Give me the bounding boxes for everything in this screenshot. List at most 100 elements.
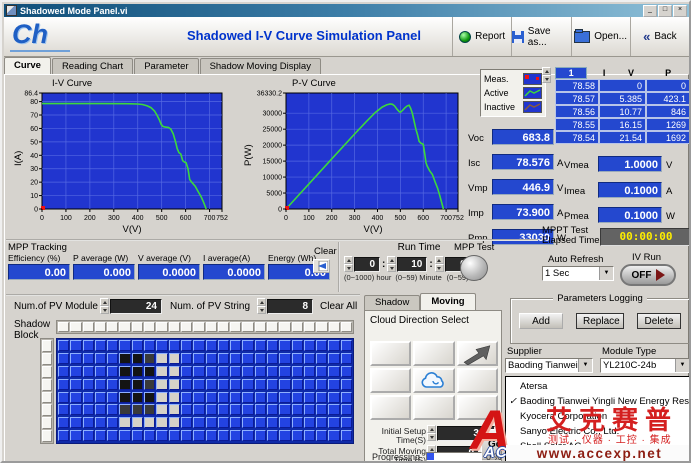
shadow-cell[interactable]: [119, 404, 130, 415]
shadow-cell[interactable]: [132, 392, 143, 403]
cloud-direction-cell[interactable]: [413, 341, 454, 366]
supplier-list-item[interactable]: Sanyo Electric Co., Ltd.: [506, 424, 690, 439]
shadow-cell[interactable]: [328, 366, 339, 377]
shadow-cell[interactable]: [242, 366, 253, 377]
shadow-cell[interactable]: [107, 404, 118, 415]
shadow-cell[interactable]: [119, 379, 130, 390]
column-selector[interactable]: [230, 322, 241, 332]
shadow-cell[interactable]: [316, 430, 327, 441]
shadow-cell[interactable]: [156, 353, 167, 364]
shadow-cell[interactable]: [58, 353, 69, 364]
shadow-cell[interactable]: [144, 340, 155, 351]
shadow-cell[interactable]: [132, 404, 143, 415]
shadow-cell[interactable]: [255, 417, 266, 428]
shadow-cell[interactable]: [206, 392, 217, 403]
open-button[interactable]: Open...: [571, 17, 630, 56]
shadow-cell[interactable]: [279, 392, 290, 403]
shadow-cell[interactable]: [83, 379, 94, 390]
shadow-cell[interactable]: [218, 392, 229, 403]
supplier-list-item[interactable]: Kyocera Corporation: [506, 409, 690, 424]
shadow-cell[interactable]: [292, 353, 303, 364]
shadow-cell[interactable]: [242, 353, 253, 364]
shadow-cell[interactable]: [279, 430, 290, 441]
row-selector[interactable]: [42, 379, 52, 391]
shadow-cell[interactable]: [230, 379, 241, 390]
shadow-cell[interactable]: [218, 430, 229, 441]
cloud-direction-cell[interactable]: [370, 395, 411, 420]
row-selector[interactable]: [42, 430, 52, 442]
shadow-cell[interactable]: [316, 353, 327, 364]
shadow-cell[interactable]: [58, 340, 69, 351]
shadow-cell[interactable]: [70, 379, 81, 390]
column-selector[interactable]: [242, 322, 253, 332]
column-selector[interactable]: [95, 322, 106, 332]
shadow-cell[interactable]: [95, 417, 106, 428]
shadow-cell[interactable]: [328, 340, 339, 351]
minimize-button[interactable]: _: [643, 5, 657, 17]
shadow-cell[interactable]: [181, 392, 192, 403]
shadow-cell[interactable]: [107, 430, 118, 441]
shadow-cell[interactable]: [218, 366, 229, 377]
shadow-cell[interactable]: [144, 366, 155, 377]
shadow-cell[interactable]: [341, 417, 352, 428]
column-selector[interactable]: [58, 322, 69, 332]
mpp-test-button[interactable]: [460, 255, 488, 281]
shadow-cell[interactable]: [267, 404, 278, 415]
shadow-cell[interactable]: [341, 379, 352, 390]
shadow-cell[interactable]: [316, 392, 327, 403]
combo-arrow-icon[interactable]: ▼: [599, 267, 613, 280]
shadow-cell[interactable]: [255, 404, 266, 415]
supplier-list-item[interactable]: Atersa: [506, 379, 690, 394]
shadow-cell[interactable]: [206, 340, 217, 351]
shadow-cell[interactable]: [83, 353, 94, 364]
shadow-cell[interactable]: [83, 430, 94, 441]
title-bar[interactable]: Shadowed Mode Panel.vi _ □ ×: [4, 4, 689, 17]
shadow-cell[interactable]: [107, 340, 118, 351]
shadow-cell[interactable]: [132, 353, 143, 364]
num-pv-module-value[interactable]: 24: [110, 299, 162, 314]
shadow-cell[interactable]: [328, 379, 339, 390]
supplier-combo[interactable]: Baoding Tianwei ▼: [505, 358, 593, 373]
shadow-cell[interactable]: [144, 379, 155, 390]
add-button[interactable]: Add: [519, 313, 563, 329]
shadow-cell[interactable]: [242, 430, 253, 441]
shadow-cell[interactable]: [255, 392, 266, 403]
shadow-cell[interactable]: [156, 366, 167, 377]
shadow-cell[interactable]: [267, 430, 278, 441]
shadow-cell[interactable]: [169, 404, 180, 415]
shadow-cell[interactable]: [218, 353, 229, 364]
shadow-cell[interactable]: [279, 404, 290, 415]
shadow-cell[interactable]: [95, 404, 106, 415]
shadow-cell[interactable]: [230, 366, 241, 377]
shadow-cell[interactable]: [119, 430, 130, 441]
report-button[interactable]: Report: [452, 17, 511, 56]
cloud-direction-cell[interactable]: [457, 368, 498, 393]
row-selector[interactable]: [42, 340, 52, 352]
shadow-cell[interactable]: [292, 340, 303, 351]
shadow-cell[interactable]: [181, 404, 192, 415]
row-selector[interactable]: [42, 366, 52, 378]
shadow-cell[interactable]: [70, 404, 81, 415]
tab-curve[interactable]: Curve: [4, 57, 51, 74]
shadow-cell[interactable]: [206, 404, 217, 415]
column-selector[interactable]: [169, 322, 180, 332]
shadow-cell[interactable]: [70, 392, 81, 403]
shadow-cell[interactable]: [132, 379, 143, 390]
column-selector[interactable]: [83, 322, 94, 332]
shadow-cell[interactable]: [304, 404, 315, 415]
spinner[interactable]: [344, 256, 353, 272]
shadow-cell[interactable]: [242, 379, 253, 390]
tab-shadow-moving-display[interactable]: Shadow Moving Display: [200, 58, 321, 74]
column-selector[interactable]: [329, 322, 340, 332]
cloud-icon-cell[interactable]: [413, 368, 454, 393]
shadow-cell[interactable]: [328, 404, 339, 415]
shadow-cell[interactable]: [132, 340, 143, 351]
shadow-cell[interactable]: [83, 417, 94, 428]
shadow-cell[interactable]: [218, 340, 229, 351]
shadow-cell[interactable]: [255, 340, 266, 351]
shadow-cell[interactable]: [304, 340, 315, 351]
shadow-cell[interactable]: [144, 353, 155, 364]
shadow-cell[interactable]: [341, 404, 352, 415]
shadow-cell[interactable]: [341, 430, 352, 441]
shadow-cell[interactable]: [181, 366, 192, 377]
